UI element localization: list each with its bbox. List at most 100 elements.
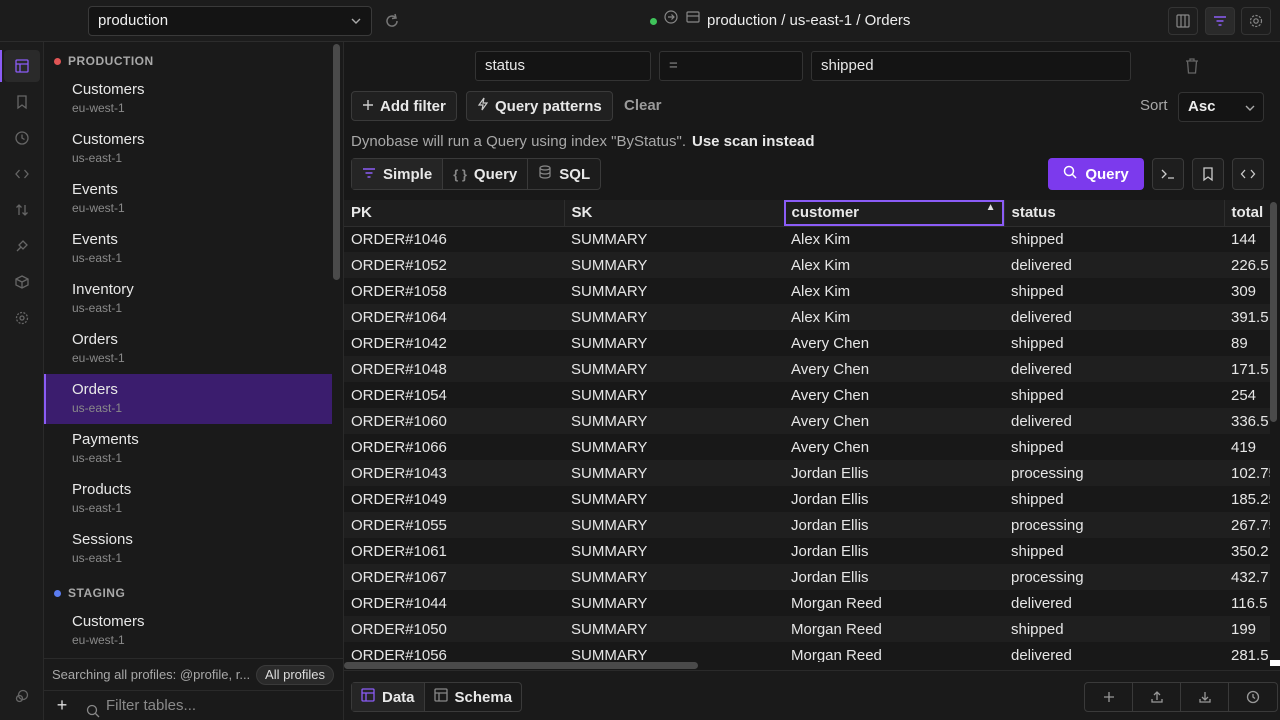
cell-total[interactable]: 171.5 <box>1224 356 1270 382</box>
cell-customer[interactable]: Alex Kim <box>784 252 1004 278</box>
cell-status[interactable]: shipped <box>1004 486 1224 512</box>
tab-query[interactable]: { } Query <box>443 159 529 189</box>
cell-customer[interactable]: Jordan Ellis <box>784 564 1004 590</box>
table-row[interactable]: ORDER#1061 SUMMARY Jordan Ellis shipped 350.… <box>344 538 1270 564</box>
sidebar-item-payments-us-east-1[interactable]: Payments us-east-1 <box>44 424 332 474</box>
clear-button[interactable]: Clear <box>624 91 662 121</box>
cell-total[interactable]: 336.5 <box>1224 408 1270 434</box>
cell-customer[interactable]: Morgan Reed <box>784 590 1004 616</box>
table-row[interactable]: ORDER#1066 SUMMARY Avery Chen shipped 419 <box>344 434 1270 460</box>
cell-total[interactable]: 309 <box>1224 278 1270 304</box>
cell-customer[interactable]: Alex Kim <box>784 226 1004 252</box>
history-icon[interactable] <box>12 128 32 148</box>
add-item-button[interactable] <box>1085 683 1133 711</box>
cell-pk[interactable]: ORDER#1052 <box>344 252 564 278</box>
cell-sk[interactable]: SUMMARY <box>564 278 784 304</box>
settings-button[interactable] <box>1241 7 1271 35</box>
cell-status[interactable]: shipped <box>1004 538 1224 564</box>
cell-status[interactable]: shipped <box>1004 226 1224 252</box>
cell-pk[interactable]: ORDER#1054 <box>344 382 564 408</box>
refresh-icon[interactable] <box>382 11 402 31</box>
run-query-button[interactable]: Query <box>1048 158 1144 190</box>
code-view-button[interactable] <box>1232 158 1264 190</box>
cell-sk[interactable]: SUMMARY <box>564 304 784 330</box>
cell-customer[interactable]: Avery Chen <box>784 408 1004 434</box>
cell-pk[interactable]: ORDER#1067 <box>344 564 564 590</box>
cell-customer[interactable]: Alex Kim <box>784 304 1004 330</box>
cell-sk[interactable]: SUMMARY <box>564 486 784 512</box>
cell-total[interactable]: 267.75 <box>1224 512 1270 538</box>
sidebar-item-products-us-east-1[interactable]: Products us-east-1 <box>44 474 332 524</box>
cell-total[interactable]: 350.2 <box>1224 538 1270 564</box>
add-table-button[interactable]: + <box>52 696 72 716</box>
cell-total[interactable]: 281.5 <box>1224 642 1270 662</box>
cell-sk[interactable]: SUMMARY <box>564 226 784 252</box>
cell-pk[interactable]: ORDER#1043 <box>344 460 564 486</box>
plugin-icon[interactable] <box>12 236 32 256</box>
cell-status[interactable]: shipped <box>1004 278 1224 304</box>
column-header-customer[interactable]: customer ▲ <box>784 200 1005 227</box>
cell-status[interactable]: delivered <box>1004 356 1224 382</box>
table-row[interactable]: ORDER#1060 SUMMARY Avery Chen delivered 336.… <box>344 408 1270 434</box>
cell-customer[interactable]: Avery Chen <box>784 434 1004 460</box>
cell-pk[interactable]: ORDER#1064 <box>344 304 564 330</box>
cell-customer[interactable]: Jordan Ellis <box>784 538 1004 564</box>
column-header-sk[interactable]: SK <box>564 200 785 227</box>
cell-status[interactable]: delivered <box>1004 252 1224 278</box>
sidebar-item-customers-us-east-1[interactable]: Customers us-east-1 <box>44 124 332 174</box>
import-button[interactable] <box>1181 683 1229 711</box>
filter-value-input[interactable]: shipped <box>811 51 1131 81</box>
cell-customer[interactable]: Morgan Reed <box>784 642 1004 662</box>
table-row[interactable]: ORDER#1044 SUMMARY Morgan Reed delivered 116… <box>344 590 1270 616</box>
cell-customer[interactable]: Jordan Ellis <box>784 460 1004 486</box>
cell-sk[interactable]: SUMMARY <box>564 590 784 616</box>
filter-toggle-button[interactable] <box>1205 7 1235 35</box>
cell-total[interactable]: 185.25 <box>1224 486 1270 512</box>
column-header-total[interactable]: total <box>1224 200 1270 227</box>
trash-icon[interactable] <box>1184 57 1202 75</box>
table-row[interactable]: ORDER#1067 SUMMARY Jordan Ellis processing 4… <box>344 564 1270 590</box>
transfer-icon[interactable] <box>12 200 32 220</box>
cell-total[interactable]: 391.5 <box>1224 304 1270 330</box>
cell-total[interactable]: 226.5 <box>1224 252 1270 278</box>
cell-pk[interactable]: ORDER#1042 <box>344 330 564 356</box>
column-header-pk[interactable]: PK <box>344 200 565 227</box>
cell-total[interactable]: 432.7 <box>1224 564 1270 590</box>
cell-pk[interactable]: ORDER#1058 <box>344 278 564 304</box>
code-icon[interactable] <box>12 164 32 184</box>
table-row[interactable]: ORDER#1055 SUMMARY Jordan Ellis processing 2… <box>344 512 1270 538</box>
cell-total[interactable]: 199 <box>1224 616 1270 642</box>
cell-pk[interactable]: ORDER#1056 <box>344 642 564 662</box>
save-query-button[interactable] <box>1192 158 1224 190</box>
grid-vertical-scrollbar[interactable] <box>1270 202 1277 422</box>
cell-sk[interactable]: SUMMARY <box>564 382 784 408</box>
sidebar-item-events-us-east-1[interactable]: Events us-east-1 <box>44 224 332 274</box>
cell-customer[interactable]: Avery Chen <box>784 330 1004 356</box>
package-icon[interactable] <box>12 272 32 292</box>
cell-status[interactable]: shipped <box>1004 616 1224 642</box>
columns-toggle-button[interactable] <box>1168 7 1198 35</box>
sidebar-item-orders-us-east-1[interactable]: Orders us-east-1 <box>44 374 332 424</box>
sidebar-item-sessions-us-east-1[interactable]: Sessions us-east-1 <box>44 524 332 574</box>
cell-sk[interactable]: SUMMARY <box>564 538 784 564</box>
tab-data[interactable]: Data <box>352 683 425 711</box>
cell-sk[interactable]: SUMMARY <box>564 252 784 278</box>
export-button[interactable] <box>1133 683 1181 711</box>
cell-status[interactable]: shipped <box>1004 330 1224 356</box>
cell-total[interactable]: 254 <box>1224 382 1270 408</box>
grid-horizontal-scrollbar[interactable] <box>344 662 698 669</box>
table-row[interactable]: ORDER#1058 SUMMARY Alex Kim shipped 309 <box>344 278 1270 304</box>
table-row[interactable]: ORDER#1048 SUMMARY Avery Chen delivered 171.… <box>344 356 1270 382</box>
bookmark-icon[interactable] <box>12 92 32 112</box>
add-filter-button[interactable]: Add filter <box>351 91 457 121</box>
sidebar-item-orders-eu-west-1[interactable]: Orders eu-west-1 <box>44 324 332 374</box>
query-patterns-button[interactable]: Query patterns <box>466 91 613 121</box>
table-row[interactable]: ORDER#1050 SUMMARY Morgan Reed shipped 199 <box>344 616 1270 642</box>
cell-pk[interactable]: ORDER#1046 <box>344 226 564 252</box>
sidebar-scrollbar[interactable] <box>333 44 340 280</box>
table-row[interactable]: ORDER#1046 SUMMARY Alex Kim shipped 144 <box>344 226 1270 252</box>
cell-total[interactable]: 102.75 <box>1224 460 1270 486</box>
cell-total[interactable]: 89 <box>1224 330 1270 356</box>
profile-select[interactable]: production <box>88 6 372 36</box>
cell-sk[interactable]: SUMMARY <box>564 356 784 382</box>
